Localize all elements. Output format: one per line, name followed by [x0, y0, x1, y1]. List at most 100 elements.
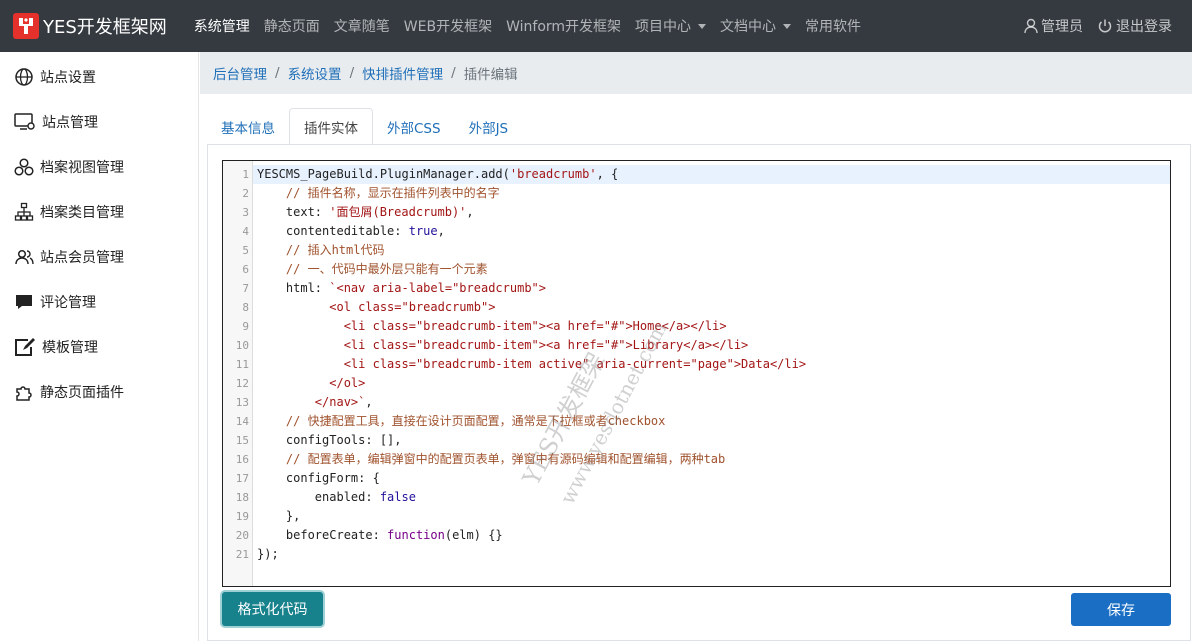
- code-line[interactable]: 8 <ol class="breadcrumb">: [242, 298, 1170, 317]
- sidebar-item-archive-views[interactable]: 档案视图管理: [0, 144, 198, 189]
- sidebar-item-templates[interactable]: 模板管理: [0, 324, 198, 369]
- top-menu: 系统管理 静态页面 文章随笔 WEB开发框架 Winform开发框架 项目中心 文档中心 常用…: [187, 0, 868, 52]
- logout-label: 退出登录: [1116, 19, 1172, 35]
- nav-item-label: 文章随笔: [333, 19, 390, 35]
- tab-panel: 1 YESCMS_PageBuild.PluginManager.add('bre…: [207, 144, 1191, 641]
- users-icon: [15, 249, 34, 264]
- top-navbar: YES开发框架网 系统管理 静态页面 文章随笔 WEB开发框架 Winform开发框架项…: [0, 0, 1192, 52]
- sidebar-item-label: 站点设置: [40, 69, 96, 86]
- line-number: 12: [235, 377, 249, 390]
- breadcrumb-link[interactable]: 后台管理: [213, 63, 267, 83]
- code-line[interactable]: 11 <li class="breadcrumb-item active" ar…: [236, 355, 1170, 374]
- brand-logo-icon: [13, 13, 39, 39]
- caret-down-icon: [698, 23, 707, 29]
- code-line[interactable]: 3 text: '面包屑(Breadcrumb)',: [242, 203, 1170, 222]
- user-menu[interactable]: 管理员: [1024, 16, 1083, 36]
- sidebar-item-comments[interactable]: 评论管理: [0, 279, 198, 324]
- code-text: // 一、代码中最外层只能有一个元素: [285, 262, 488, 276]
- code-line[interactable]: 19 },: [236, 507, 1170, 526]
- line-number: 15: [235, 434, 249, 447]
- line-number: 17: [235, 472, 249, 485]
- globe-icon: [15, 67, 33, 86]
- nav-item[interactable]: Winform开发框架: [499, 0, 628, 52]
- line-number: 4: [242, 225, 249, 238]
- code-text: <li class="breadcrumb-item"><a href="#">…: [257, 338, 749, 352]
- code-line[interactable]: 14 // 快捷配置工具，直接在设计页面配置，通常是下拉框或者checkbox: [236, 412, 1170, 431]
- line-number: 18: [235, 491, 249, 504]
- code-line[interactable]: 20 beforeCreate: function(elm) {}: [236, 526, 1170, 545]
- brand[interactable]: YES开发框架网: [13, 0, 167, 52]
- code-line[interactable]: 1 YESCMS_PageBuild.PluginManager.add('bre…: [242, 165, 1170, 184]
- code-text: // 快捷配置工具，直接在设计页面配置，通常是下拉框或者checkbox: [285, 414, 666, 428]
- circles-icon: [14, 157, 34, 176]
- line-number: 2: [242, 187, 249, 200]
- code-line[interactable]: 15 configTools: [],: [236, 431, 1170, 450]
- tab-1[interactable]: 插件实体: [289, 108, 373, 145]
- breadcrumb-separator: /: [275, 65, 280, 81]
- code-text: beforeCreate: function(elm) {}: [257, 528, 503, 542]
- code-line[interactable]: 13 </nav>`,: [236, 393, 1170, 412]
- code-text: // 插件名称，显示在插件列表中的名字: [285, 186, 500, 200]
- user-area: 管理员 退出登录: [1010, 0, 1172, 52]
- sidebar-item-archive-categories[interactable]: 档案类目管理: [0, 189, 198, 234]
- breadcrumb-link[interactable]: 系统设置: [288, 63, 342, 83]
- line-number: 19: [235, 510, 249, 523]
- code-line[interactable]: 16 // 配置表单，编辑弹窗中的配置页表单，弹窗中有源码编辑和配置编辑，两种t…: [236, 450, 1170, 469]
- code-line[interactable]: 10 <li class="breadcrumb-item"><a href="…: [236, 336, 1170, 355]
- code-line[interactable]: 4 contenteditable: true,: [242, 222, 1170, 241]
- code-text: YESCMS_PageBuild.PluginManager.add('brea…: [257, 167, 619, 181]
- nav-item[interactable]: WEB开发框架: [397, 0, 499, 52]
- code-editor[interactable]: 1 YESCMS_PageBuild.PluginManager.add('bre…: [222, 160, 1171, 587]
- user-label: 管理员: [1041, 19, 1083, 35]
- nav-item[interactable]: 文章随笔: [327, 0, 397, 52]
- code-line[interactable]: 2 // 插件名称，显示在插件列表中的名字: [242, 184, 1170, 203]
- code-line[interactable]: 17 configForm: {: [236, 469, 1170, 488]
- line-number: 6: [242, 263, 249, 276]
- sidebar-item-site-settings[interactable]: 站点设置: [0, 54, 198, 99]
- nav-item-label: 文档中心: [720, 19, 777, 35]
- tab-0[interactable]: 基本信息: [207, 108, 289, 145]
- sidebar-item-members[interactable]: 站点会员管理: [0, 234, 198, 279]
- format-code-button[interactable]: 格式化代码: [222, 592, 323, 626]
- sidebar-item-static-plugins[interactable]: 静态页面插件: [0, 369, 198, 414]
- puzzle-icon: [16, 385, 32, 401]
- code-line[interactable]: 7 html: `<nav aria-label="breadcrumb">: [242, 279, 1170, 298]
- caret-down-icon: [783, 23, 792, 29]
- code-text: // 配置表单，编辑弹窗中的配置页表单，弹窗中有源码编辑和配置编辑，两种tab: [285, 452, 726, 466]
- logout-button[interactable]: 退出登录: [1097, 16, 1172, 36]
- edit-box-icon: [15, 337, 35, 356]
- nav-item[interactable]: 项目中心: [628, 0, 713, 52]
- line-number: 7: [242, 282, 249, 295]
- code-text: contenteditable: true,: [257, 224, 445, 238]
- save-button[interactable]: 保存: [1071, 593, 1171, 626]
- sidebar-item-label: 站点管理: [42, 114, 98, 131]
- line-number: 21: [235, 548, 249, 561]
- sidebar-item-site-manage[interactable]: 站点管理: [0, 99, 198, 144]
- editor-tabs: 基本信息 插件实体 外部CSS 外部JS: [207, 108, 1192, 145]
- code-line[interactable]: 12 </ol>: [236, 374, 1170, 393]
- tab-3[interactable]: 外部JS: [455, 108, 523, 145]
- code-line[interactable]: 9 <li class="breadcrumb-item"><a href="#…: [242, 317, 1170, 336]
- nav-item-label: 静态页面: [263, 19, 320, 35]
- nav-item[interactable]: 静态页面: [257, 0, 327, 52]
- sidebar-item-label: 评论管理: [40, 294, 96, 311]
- breadcrumb-link[interactable]: 快排插件管理: [362, 63, 443, 83]
- nav-item[interactable]: 系统管理: [187, 0, 257, 52]
- code-line[interactable]: 5 // 插入html代码: [242, 241, 1170, 260]
- code-text: </nav>`,: [257, 395, 373, 409]
- sidebar: 站点设置 站点管理 档案视图管理 档案类目管理 站点会员管理 评论管理 模板管理…: [0, 52, 199, 641]
- code-area[interactable]: 1 YESCMS_PageBuild.PluginManager.add('bre…: [236, 165, 1170, 564]
- nav-item[interactable]: 文档中心: [713, 0, 798, 52]
- line-number: 1: [242, 168, 249, 181]
- code-line[interactable]: 21});: [236, 545, 1170, 564]
- code-text: text: '面包屑(Breadcrumb)',: [257, 205, 474, 219]
- sidebar-item-label: 模板管理: [42, 339, 98, 356]
- code-line[interactable]: 18 enabled: false: [236, 488, 1170, 507]
- code-text: configTools: [],: [257, 433, 402, 447]
- nav-item[interactable]: 常用软件: [798, 0, 868, 52]
- code-line[interactable]: 6 // 一、代码中最外层只能有一个元素: [242, 260, 1170, 279]
- sidebar-item-label: 静态页面插件: [40, 384, 124, 401]
- line-number: 16: [235, 453, 249, 466]
- comment-icon: [16, 294, 32, 309]
- tab-2[interactable]: 外部CSS: [373, 108, 455, 145]
